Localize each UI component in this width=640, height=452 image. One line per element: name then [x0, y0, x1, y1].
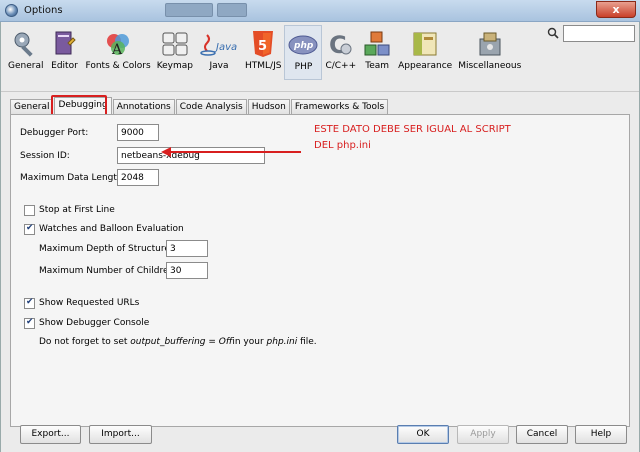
debugging-panel: Debugger Port: Session ID: Maximum Data … [10, 114, 630, 427]
background-window-tab[interactable] [165, 3, 213, 17]
team-icon [364, 31, 390, 56]
apply-button[interactable]: Apply [457, 425, 509, 444]
category-label: Keymap [156, 61, 193, 71]
category-team[interactable]: Team [359, 25, 395, 80]
note-suffix: file. [297, 337, 317, 347]
show-console-checkbox[interactable] [24, 317, 35, 329]
watches-label: Watches and Balloon Evaluation [39, 224, 184, 234]
stop-first-line-checkbox[interactable] [24, 205, 35, 216]
max-depth-label: Maximum Depth of Structures: [39, 244, 178, 254]
category-html-js[interactable]: 5 HTML/JS [242, 25, 284, 80]
svg-text:Java: Java [214, 42, 237, 53]
stop-first-line-label: Stop at First Line [39, 205, 115, 215]
annotation-arrow-icon [161, 147, 301, 157]
tab-code-analysis[interactable]: Code Analysis [175, 99, 247, 114]
toolbar-separator [1, 91, 639, 92]
search-icon [547, 27, 559, 39]
note-middle: in your [232, 337, 267, 347]
java-icon: Java [200, 34, 237, 56]
category-editor[interactable]: Editor [46, 25, 82, 80]
svg-text:5: 5 [258, 39, 267, 54]
category-miscellaneous[interactable]: Miscellaneous [455, 25, 524, 80]
php-icon: php [288, 35, 318, 55]
note-setting: output_buffering = Off [130, 337, 233, 347]
tab-debugging[interactable]: Debugging [54, 97, 112, 114]
app-icon [5, 4, 18, 17]
svg-text:php: php [293, 41, 314, 51]
close-icon: x [612, 3, 620, 16]
general-icon [14, 32, 33, 57]
html5-icon: 5 [253, 31, 274, 57]
tab-strip: General Debugging Annotations Code Analy… [10, 97, 389, 114]
max-data-length-input[interactable] [117, 169, 159, 186]
category-label: PHP [294, 62, 313, 72]
category-label: General [8, 61, 44, 71]
miscellaneous-icon [479, 32, 501, 56]
category-label: HTML/JS [245, 61, 282, 71]
category-appearance[interactable]: Appearance [395, 25, 455, 80]
editor-icon [55, 31, 77, 55]
search-input[interactable] [563, 25, 635, 42]
svg-text:A: A [111, 42, 123, 58]
window-title: Options [24, 5, 63, 16]
ok-button[interactable]: OK [397, 425, 449, 444]
category-label: C/C++ [325, 61, 357, 71]
category-label: Appearance [398, 61, 453, 71]
note-file: php.ini [266, 337, 298, 347]
annotation-line-2: DEL php.ini [314, 140, 371, 151]
max-children-label: Maximum Number of Children: [39, 266, 178, 276]
options-window: General Editor A Fonts & Colors Keymap J… [0, 22, 640, 452]
category-java[interactable]: Java Java [196, 25, 242, 80]
category-toolbar: General Editor A Fonts & Colors Keymap J… [5, 25, 524, 80]
annotation-line-1: ESTE DATO DEBE SER IGUAL AL SCRIPT [314, 124, 511, 135]
category-label: Editor [51, 61, 78, 71]
help-button[interactable]: Help [575, 425, 627, 444]
category-keymap[interactable]: Keymap [154, 25, 196, 80]
title-bar: Options x [0, 0, 640, 22]
category-fonts-colors[interactable]: A Fonts & Colors [82, 25, 153, 80]
note-prefix: Do not forget to set [39, 337, 131, 347]
show-urls-checkbox[interactable] [24, 297, 35, 309]
session-id-label: Session ID: [20, 151, 70, 161]
category-cpp[interactable]: C C/C++ [322, 25, 359, 80]
category-label: Miscellaneous [458, 61, 522, 71]
show-console-label: Show Debugger Console [39, 318, 150, 328]
keymap-icon [162, 32, 188, 56]
tab-general[interactable]: General [10, 99, 54, 114]
close-button[interactable]: x [596, 1, 636, 18]
category-general[interactable]: General [5, 25, 46, 80]
tab-hudson[interactable]: Hudson [247, 99, 290, 114]
tab-frameworks-tools[interactable]: Frameworks & Tools [290, 99, 389, 114]
show-urls-label: Show Requested URLs [39, 298, 140, 308]
appearance-icon [413, 32, 437, 56]
watches-checkbox[interactable] [24, 223, 35, 235]
max-depth-input[interactable] [166, 240, 208, 257]
category-label: Java [209, 61, 229, 71]
fonts-colors-icon: A [107, 34, 130, 58]
debugger-port-label: Debugger Port: [20, 128, 89, 138]
category-php[interactable]: php PHP [284, 25, 323, 80]
cpp-icon: C [329, 31, 352, 59]
max-children-input[interactable] [166, 262, 208, 279]
category-label: Fonts & Colors [85, 61, 151, 71]
import-button[interactable]: Import... [89, 425, 152, 444]
max-data-length-label: Maximum Data Length: [20, 173, 126, 183]
tab-annotations[interactable]: Annotations [112, 99, 175, 114]
debugger-port-input[interactable] [117, 124, 159, 141]
background-window-tab[interactable] [217, 3, 247, 17]
output-buffering-note: Do not forget to set output_buffering = … [39, 337, 317, 347]
export-button[interactable]: Export... [20, 425, 81, 444]
category-label: Team [365, 61, 390, 71]
cancel-button[interactable]: Cancel [516, 425, 568, 444]
